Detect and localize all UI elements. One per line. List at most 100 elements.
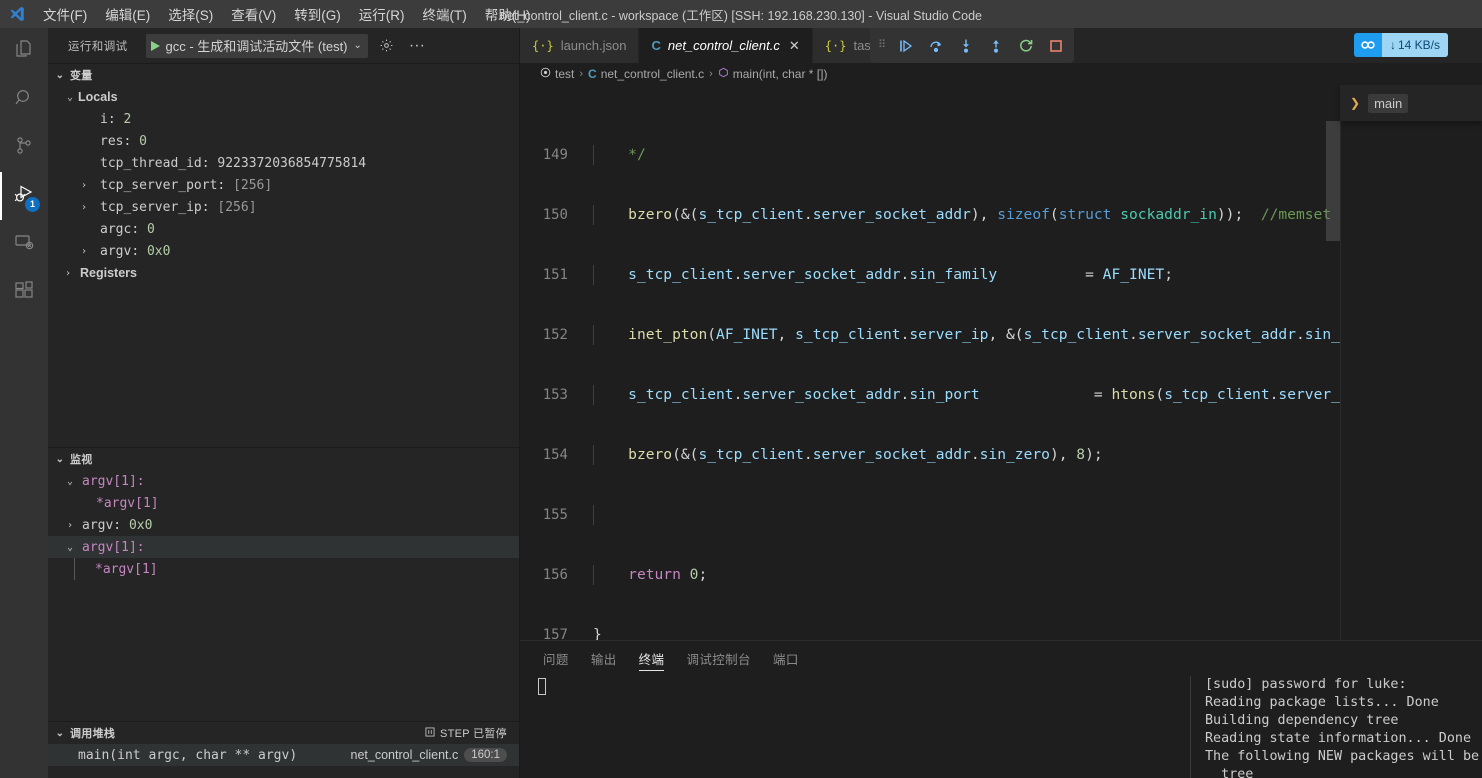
variable-value: [256] (233, 177, 273, 193)
close-icon[interactable]: ✕ (789, 38, 800, 54)
callstack-frame-row[interactable]: main(int argc, char ** argv) net_control… (48, 744, 519, 766)
remote-status-badge[interactable]: ↓ 14 KB/s (1353, 33, 1448, 57)
menu-file[interactable]: 文件(F) (34, 1, 96, 27)
variable-row-tcp-server-ip[interactable]: › tcp_server_ip: [256] (48, 196, 519, 218)
debug-sidebar: 运行和调试 gcc - 生成和调试活动文件 (test) ⌄ ··· ⌄ 变量 … (48, 28, 520, 778)
line-number[interactable]: 150 (520, 205, 592, 225)
scrollbar-thumb[interactable] (1326, 121, 1340, 241)
variables-pane-header[interactable]: ⌄ 变量 (48, 64, 519, 86)
line-number[interactable]: 154 (520, 445, 592, 465)
panel-tab-output[interactable]: 输出 (580, 641, 628, 676)
chevron-right-icon[interactable]: › (64, 520, 76, 531)
breadcrumb-item-test[interactable]: test (540, 67, 574, 81)
terminal[interactable]: [sudo] password for luke: Reading packag… (520, 676, 1482, 778)
grip-icon[interactable]: ⠿ (878, 40, 886, 51)
watch-expression: argv[1]: (82, 539, 145, 555)
terminal-output: [sudo] password for luke: Reading packag… (1190, 676, 1482, 778)
terminal-line: Reading state information... Done (1205, 731, 1472, 746)
chevron-right-icon[interactable]: › (78, 246, 90, 257)
chevron-right-icon[interactable]: › (78, 180, 90, 191)
callstack-pane-header[interactable]: ⌄ 调用堆栈 STEP 已暂停 (48, 722, 519, 744)
stop-icon[interactable] (1046, 35, 1066, 57)
activity-item-search[interactable] (0, 76, 48, 124)
chevron-down-icon[interactable]: ⌄ (54, 454, 66, 465)
callstack-status-label: STEP 已暂停 (440, 728, 507, 740)
gear-icon[interactable] (376, 35, 398, 57)
watch-pane-header[interactable]: ⌄ 监视 (48, 448, 519, 470)
activity-item-remote-explorer[interactable] (0, 220, 48, 268)
code-editor[interactable]: 149 */ 150 bzero(&(s_tcp_client.server_s… (520, 85, 1482, 640)
variable-row-i[interactable]: i: 2 (48, 108, 519, 130)
menu-view[interactable]: 查看(V) (222, 1, 285, 27)
restart-icon[interactable] (1016, 35, 1036, 57)
chevron-down-icon[interactable]: ⌄ (64, 542, 76, 553)
breadcrumb-label: main(int, char * []) (732, 67, 828, 81)
line-number[interactable]: 155 (520, 505, 592, 525)
tab-net-control-client-c[interactable]: C net_control_client.c ✕ (639, 28, 813, 63)
step-out-icon[interactable] (986, 35, 1006, 57)
activity-item-extensions[interactable] (0, 268, 48, 316)
chevron-down-icon[interactable]: ⌄ (64, 476, 76, 487)
menu-edit[interactable]: 编辑(E) (96, 1, 159, 27)
chevron-right-icon[interactable]: ❯ (1350, 96, 1360, 110)
variable-row-argc[interactable]: argc: 0 (48, 218, 519, 240)
tab-launch-json[interactable]: {·} launch.json (520, 28, 640, 63)
ellipsis-icon[interactable]: ··· (406, 35, 428, 57)
menu-run[interactable]: 运行(R) (350, 1, 414, 27)
menu-help[interactable]: 帮助(H) (476, 1, 540, 27)
menu-selection[interactable]: 选择(S) (159, 1, 222, 27)
watch-row-deref-b[interactable]: *argv[1] (48, 558, 519, 580)
watch-expression: argv[1]: (82, 473, 145, 489)
watch-row-argv[interactable]: › argv: 0x0 (48, 514, 519, 536)
breadcrumb-label: test (555, 67, 575, 81)
callstack-file: net_control_client.c (350, 748, 459, 762)
variable-row-argv[interactable]: › argv: 0x0 (48, 240, 519, 262)
watch-row-argv1-a[interactable]: ⌄ argv[1]: (48, 470, 519, 492)
line-number[interactable]: 151 (520, 265, 592, 285)
breadcrumb-item-symbol[interactable]: main(int, char * []) (718, 67, 828, 81)
start-debug-icon[interactable] (150, 40, 160, 51)
step-over-icon[interactable] (926, 35, 946, 57)
line-content: } (593, 626, 602, 640)
watch-row-argv1-b[interactable]: ⌄ argv[1]: (48, 536, 519, 558)
variables-scope-locals[interactable]: ⌄ Locals (48, 86, 519, 108)
line-number[interactable]: 152 (520, 325, 592, 345)
menu-terminal[interactable]: 终端(T) (414, 1, 476, 27)
activity-item-source-control[interactable] (0, 124, 48, 172)
line-number[interactable]: 153 (520, 385, 592, 405)
terminal-cursor (538, 678, 546, 695)
debug-configuration-dropdown[interactable]: gcc - 生成和调试活动文件 (test) ⌄ (145, 33, 368, 58)
activity-item-explorer[interactable] (0, 28, 48, 76)
variable-row-tcp-server-port[interactable]: › tcp_server_port: [256] (48, 174, 519, 196)
panel-tab-bar: 问题 输出 终端 调试控制台 端口 (520, 641, 1482, 676)
panel-tab-problems[interactable]: 问题 (532, 641, 580, 676)
chevron-down-icon[interactable]: ⌄ (54, 728, 66, 739)
step-into-icon[interactable] (956, 35, 976, 57)
variables-scope-registers[interactable]: › Registers (48, 262, 519, 284)
chevron-down-icon[interactable]: ⌄ (64, 92, 76, 103)
chevron-down-icon[interactable]: ⌄ (54, 70, 66, 81)
variable-row-tcp-thread-id[interactable]: tcp_thread_id: 9223372036854775814 (48, 152, 519, 174)
activity-item-run-and-debug[interactable]: 1 (0, 172, 48, 220)
panel-tab-debug-console[interactable]: 调试控制台 (675, 641, 762, 676)
variable-row-res[interactable]: res: 0 (48, 130, 519, 152)
line-number[interactable]: 149 (520, 145, 592, 165)
download-speed-label: 14 KB/s (1397, 38, 1440, 52)
menu-bar[interactable]: 文件(F) 编辑(E) 选择(S) 查看(V) 转到(G) 运行(R) 终端(T… (34, 1, 540, 27)
panel-tab-terminal[interactable]: 终端 (628, 641, 676, 676)
chevron-right-icon[interactable]: › (78, 202, 90, 213)
continue-icon[interactable] (896, 35, 916, 57)
minimap[interactable] (1340, 85, 1482, 640)
terminal-line: Reading package lists... Done (1205, 695, 1439, 710)
chevron-right-icon[interactable]: › (62, 268, 74, 279)
editor-scrollbar[interactable] (1326, 85, 1340, 640)
panel-tab-ports[interactable]: 端口 (762, 641, 810, 676)
watch-row-deref-a[interactable]: *argv[1] (48, 492, 519, 514)
line-number[interactable]: 157 (520, 625, 592, 640)
chevron-down-icon[interactable]: ⌄ (354, 40, 362, 51)
breadcrumb-item-file[interactable]: C net_control_client.c (588, 67, 704, 81)
variable-name: res (100, 133, 124, 149)
line-number[interactable]: 156 (520, 565, 592, 585)
menu-go[interactable]: 转到(G) (285, 1, 350, 27)
sticky-scroll-header[interactable]: ❯ main (1340, 85, 1482, 121)
